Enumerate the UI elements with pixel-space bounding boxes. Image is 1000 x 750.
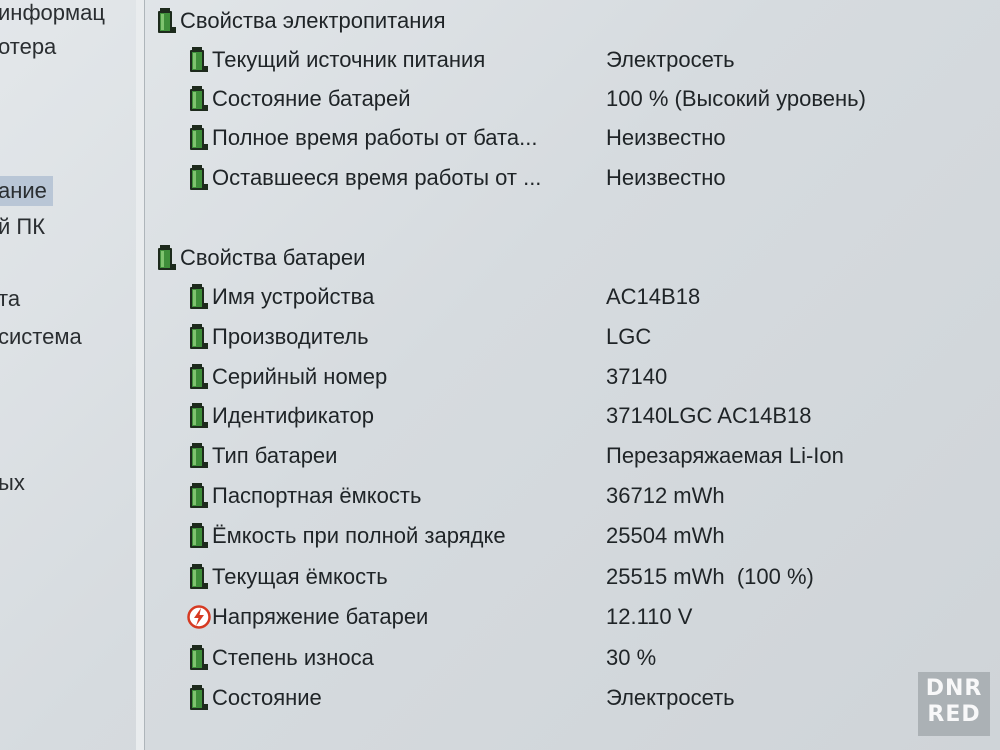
nav-item-label: система — [0, 324, 82, 349]
nav-item-label: та — [0, 286, 21, 311]
section-header-battery-properties[interactable]: Свойства батареи — [148, 241, 1000, 275]
list-item[interactable]: Производитель LGC — [148, 320, 1000, 354]
pane-splitter[interactable] — [136, 0, 145, 750]
nav-item-label: ых — [0, 470, 25, 495]
list-item[interactable]: Текущий источник питания Электросеть — [148, 43, 1000, 77]
nav-item-system[interactable]: система — [0, 322, 82, 352]
field-value: 37140 — [606, 364, 668, 389]
battery-icon — [186, 362, 212, 392]
nav-item-computer[interactable]: отера — [0, 32, 56, 62]
battery-icon — [186, 282, 212, 312]
battery-icon — [186, 84, 212, 114]
field-value: 12.110 V — [606, 604, 693, 629]
nav-item-data[interactable]: ых — [0, 468, 25, 498]
nav-item-label: отера — [0, 34, 57, 59]
list-item[interactable]: Текущая ёмкость 25515 mWh (100 %) — [148, 560, 1000, 594]
field-value: 36712 mWh — [606, 483, 725, 508]
field-value: Неизвестно — [606, 165, 726, 190]
field-label: Серийный номер — [212, 364, 388, 389]
battery-icon — [186, 643, 212, 673]
battery-icon — [154, 243, 180, 273]
nav-item-label: информац — [0, 0, 105, 25]
watermark-line: RED — [927, 702, 981, 727]
navigation-pane[interactable]: информац отера ание й ПК та система ых — [0, 0, 137, 750]
list-item[interactable]: Ёмкость при полной зарядке 25504 mWh — [148, 519, 1000, 553]
field-label: Ёмкость при полной зарядке — [212, 523, 506, 548]
battery-icon — [186, 45, 212, 75]
nav-item-label: й ПК — [0, 214, 46, 239]
battery-icon — [186, 481, 212, 511]
nav-item-information[interactable]: информац — [0, 0, 105, 28]
field-value: 25504 mWh — [606, 523, 725, 548]
list-item[interactable]: Имя устройства AC14B18 — [148, 280, 1000, 314]
screen: информац отера ание й ПК та система ых С… — [0, 0, 1000, 750]
section-title: Свойства электропитания — [180, 8, 446, 33]
field-label: Оставшееся время работы от ... — [212, 165, 542, 190]
nav-item-board[interactable]: та — [0, 284, 20, 314]
watermark-logo: DNR RED — [918, 672, 990, 736]
details-list[interactable]: Свойства электропитания Текущий источник… — [148, 0, 1000, 750]
field-value: 100 % (Высокий уровень) — [606, 86, 866, 111]
field-label: Паспортная ёмкость — [212, 483, 422, 508]
nav-item-portable-pc[interactable]: й ПК — [0, 212, 45, 242]
field-value: AC14B18 — [606, 284, 701, 309]
nav-item-label: ание — [0, 178, 47, 203]
battery-icon — [186, 163, 212, 193]
field-value: Электросеть — [606, 47, 735, 72]
list-item[interactable]: Полное время работы от бата... Неизвестн… — [148, 121, 1000, 155]
field-label: Напряжение батареи — [212, 604, 429, 629]
battery-icon — [186, 123, 212, 153]
list-item[interactable]: Состояние батарей 100 % (Высокий уровень… — [148, 82, 1000, 116]
section-header-power-properties[interactable]: Свойства электропитания — [148, 4, 1000, 38]
battery-icon — [186, 562, 212, 592]
list-item[interactable]: Идентификатор 37140LGC AC14B18 — [148, 399, 1000, 433]
field-label: Степень износа — [212, 645, 374, 670]
watermark-line: DNR — [925, 676, 983, 701]
battery-icon — [186, 683, 212, 713]
field-label: Текущая ёмкость — [212, 564, 388, 589]
list-item[interactable]: Оставшееся время работы от ... Неизвестн… — [148, 161, 1000, 195]
list-item[interactable]: Состояние Электросеть — [148, 681, 1000, 715]
battery-icon — [186, 401, 212, 431]
field-label: Состояние батарей — [212, 86, 411, 111]
list-item[interactable]: Серийный номер 37140 — [148, 360, 1000, 394]
field-value: Неизвестно — [606, 125, 726, 150]
field-label: Полное время работы от бата... — [212, 125, 538, 150]
field-label: Производитель — [212, 324, 369, 349]
field-value: 37140LGC AC14B18 — [606, 403, 812, 428]
voltage-icon — [186, 602, 212, 632]
field-value: 25515 mWh (100 %) — [606, 564, 814, 589]
field-label: Состояние — [212, 685, 322, 710]
list-item[interactable]: Паспортная ёмкость 36712 mWh — [148, 479, 1000, 513]
battery-icon — [186, 521, 212, 551]
field-value: Перезаряжаемая Li-Ion — [606, 443, 844, 468]
battery-icon — [154, 6, 180, 36]
field-value: 30 % — [606, 645, 657, 670]
field-label: Текущий источник питания — [212, 47, 486, 72]
field-label: Имя устройства — [212, 284, 375, 309]
list-item[interactable]: Напряжение батареи 12.110 V — [148, 600, 1000, 634]
battery-icon — [186, 322, 212, 352]
field-value: LGC — [606, 324, 652, 349]
field-value: Электросеть — [606, 685, 735, 710]
battery-icon — [186, 441, 212, 471]
field-label: Тип батареи — [212, 443, 338, 468]
nav-item-power-selected[interactable]: ание — [0, 176, 53, 206]
field-label: Идентификатор — [212, 403, 374, 428]
section-title: Свойства батареи — [180, 245, 366, 270]
list-item[interactable]: Степень износа 30 % — [148, 641, 1000, 675]
list-item[interactable]: Тип батареи Перезаряжаемая Li-Ion — [148, 439, 1000, 473]
